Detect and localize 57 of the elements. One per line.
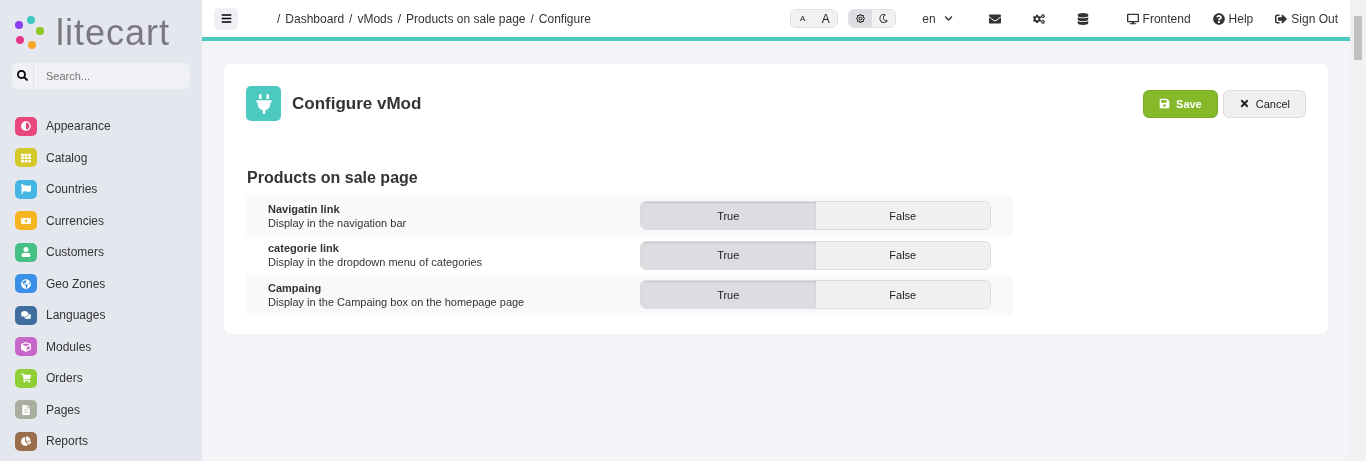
breadcrumb-separator: / [277,11,281,26]
sidebar-item[interactable]: Countries [12,179,190,199]
sidebar-item[interactable]: Orders [12,368,190,388]
sidebar-item[interactable]: Customers [12,242,190,262]
sign-out-icon [1275,12,1288,25]
sun-icon [856,14,866,23]
light-theme-button[interactable] [849,10,873,27]
toggle-option[interactable]: False [815,202,990,230]
page-title: Configure vMod [292,93,423,114]
setting-name: Campaing [268,281,323,294]
header-link[interactable]: Help [1212,11,1254,26]
sidebar-item[interactable]: Geo Zones [12,274,190,294]
menu-icon [220,13,232,24]
setting-name: Navigatin link [268,202,341,215]
dark-theme-button[interactable] [872,10,896,27]
close-icon [1238,98,1250,109]
breadcrumb-separator: / [530,11,534,26]
setting-description: Display in the Campaing box on the homepage page [268,295,526,308]
breadcrumb-link[interactable]: vMods [357,11,393,26]
toggle-option[interactable]: False [815,241,990,269]
help-icon [1212,12,1225,25]
sidebar-item[interactable]: Appearance [12,116,190,136]
cancel-button[interactable]: Cancel [1222,89,1306,118]
toggle-option[interactable]: True [641,202,816,230]
monitor-icon [1126,12,1139,25]
font-size-button[interactable]: A [814,10,838,27]
sidebar-item[interactable]: Catalog [12,148,190,168]
breadcrumb-separator: / [397,11,402,26]
moon-icon [879,14,889,23]
sidebar-item[interactable]: Languages [12,305,190,325]
font-size-button[interactable]: A [791,10,815,27]
search-field[interactable]: Search... [12,63,190,89]
sidebar-item[interactable]: Pages [12,400,190,420]
section-title: Products on sale page [247,169,419,187]
toggle-option[interactable]: False [815,281,990,309]
breadcrumb-separator: / [349,11,353,26]
scrollbar[interactable] [1350,0,1366,461]
breadcrumb-link[interactable]: Products on sale page [406,11,526,26]
toggle-option[interactable]: True [641,241,816,269]
header-link[interactable]: Frontend [1126,11,1191,26]
setting-description: Display in the navigation bar [268,216,408,229]
toggle-option[interactable]: True [641,281,816,309]
menu-button[interactable] [214,7,238,30]
language-select[interactable]: en [916,10,959,27]
setting-description: Display in the dropdown menu of categories [268,256,483,269]
setting-name: categorie link [268,242,340,255]
chevron-icon [943,14,953,23]
breadcrumb-link[interactable]: Dashboard [285,11,345,26]
breadcrumb-link[interactable]: Configure [538,11,591,26]
header-link[interactable]: Sign Out [1275,11,1338,26]
sidebar-item[interactable]: Currencies [12,211,190,231]
search-input[interactable]: Search... [34,68,190,83]
logo-icon [14,14,44,51]
sidebar-item[interactable]: Reports [12,431,190,451]
sidebar-item[interactable]: Modules [12,337,190,357]
plug-icon [246,86,281,121]
logo-text: litecart [56,14,171,51]
